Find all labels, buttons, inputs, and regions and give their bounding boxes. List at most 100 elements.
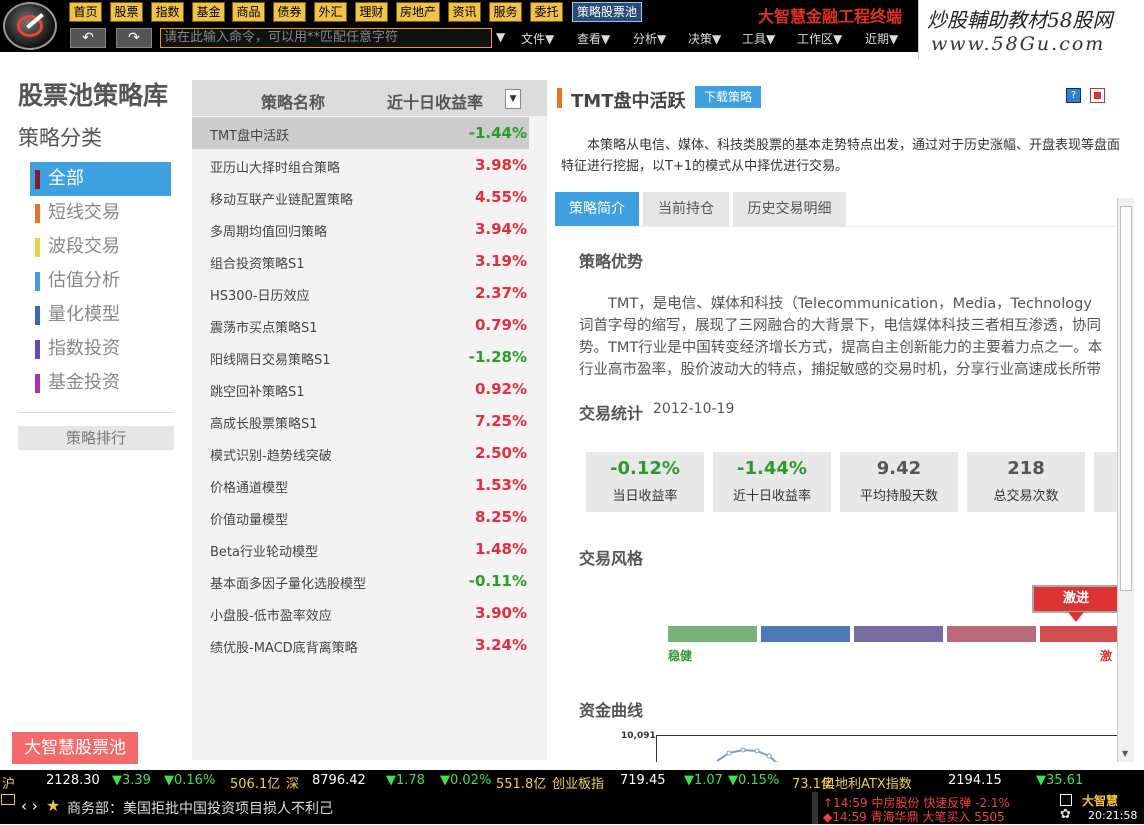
- category-index[interactable]: 指数投资: [30, 332, 171, 366]
- ticker-item: ▼0.02%: [440, 773, 492, 788]
- stock-pool-button[interactable]: 大智慧股票池: [12, 732, 138, 764]
- download-strategy-button[interactable]: 下载策略: [695, 86, 761, 108]
- style-title: 交易风格: [579, 549, 644, 568]
- strategy-name: 震荡市买点策略S1: [210, 321, 318, 336]
- menu-trade[interactable]: 委托: [530, 2, 563, 22]
- strategy-name: 高成长股票策略S1: [210, 417, 318, 432]
- strategy-row[interactable]: 基本面多因子量化选股模型 -0.11%: [192, 565, 529, 597]
- strategy-row[interactable]: 阳线隔日交易策略S1 -1.28%: [192, 341, 529, 373]
- menu-strategy-pool[interactable]: 策略股票池: [572, 2, 642, 22]
- strategy-return: 7.25%: [474, 412, 527, 430]
- strategy-detail: TMT盘中活跃 下载策略 ? 本策略从电信、媒体、科技类股票的基本走势特点出发，…: [553, 80, 1135, 762]
- menu-service[interactable]: 服务: [489, 2, 522, 22]
- style-segment: [854, 626, 943, 642]
- forward-arrow-icon[interactable]: ↷: [116, 28, 152, 48]
- curve-title: 资金曲线: [579, 701, 644, 720]
- tab-intro[interactable]: 策略简介: [555, 192, 639, 226]
- menu-bond[interactable]: 债券: [273, 2, 306, 22]
- stats-title: 交易统计: [579, 404, 644, 423]
- menu-news[interactable]: 资讯: [448, 2, 481, 22]
- column-header-name[interactable]: 策略名称: [261, 89, 325, 113]
- strategy-row[interactable]: HS300-日历效应 2.37%: [192, 277, 529, 309]
- strategy-row[interactable]: 模式识别-趋势线突破 2.50%: [192, 437, 529, 469]
- strategy-row[interactable]: 亚历山大择时组合策略 3.98%: [192, 149, 529, 181]
- title-accent-bar: [557, 88, 562, 108]
- strategy-return: 3.94%: [474, 220, 527, 238]
- ticker-item: ▼1.78: [386, 773, 425, 788]
- curve-axis-label: 10,091: [621, 731, 656, 741]
- category-quant[interactable]: 量化模型: [30, 298, 171, 332]
- strategy-row[interactable]: 价值动量模型 8.25%: [192, 501, 529, 533]
- vertical-scrollbar[interactable]: ▼: [1117, 198, 1134, 762]
- mail-icon[interactable]: [1, 794, 15, 805]
- category-color-bar: [35, 272, 40, 291]
- column-header-return[interactable]: 近十日收益率: [387, 89, 483, 113]
- strategy-return: 2.50%: [474, 444, 527, 462]
- strategy-row[interactable]: 移动互联产业链配置策略 4.55%: [192, 181, 529, 213]
- strategy-rank-button[interactable]: 策略排行: [18, 426, 174, 450]
- category-label: 量化模型: [48, 304, 120, 325]
- menu-analysis[interactable]: 分析▼: [633, 30, 666, 47]
- category-short-term[interactable]: 短线交易: [30, 196, 171, 230]
- strategy-row[interactable]: TMT盘中活跃 -1.44%: [192, 117, 529, 149]
- stat-value: 9.42: [876, 458, 922, 479]
- divider: [812, 792, 818, 824]
- command-input[interactable]: 请在此输入命令，可以用**匹配任意字符: [160, 28, 492, 48]
- app-logo-icon[interactable]: [3, 2, 57, 50]
- stat-trade-count: 218 总交易次数: [967, 452, 1085, 512]
- star-icon[interactable]: ★: [46, 796, 60, 815]
- menu-finance[interactable]: 理财: [355, 2, 388, 22]
- menu-home[interactable]: 首页: [69, 2, 102, 22]
- stock-alert[interactable]: ◆14:59 青海华鼎 大笔买入 5505: [823, 808, 1005, 825]
- menu-index[interactable]: 指数: [151, 2, 184, 22]
- menu-realestate[interactable]: 房地产: [396, 2, 440, 22]
- strategy-row[interactable]: 价格通道模型 1.53%: [192, 469, 529, 501]
- menu-view[interactable]: 查看▼: [577, 30, 610, 47]
- strategy-row[interactable]: 震荡市买点策略S1 0.79%: [192, 309, 529, 341]
- strategy-row[interactable]: 绩优股-MACD底背离策略 3.24%: [192, 629, 529, 661]
- menu-recent[interactable]: 近期▼: [865, 30, 898, 47]
- advantage-text: TMT，是电信、媒体和科技（Telecommunication，Media，Te…: [579, 293, 1117, 381]
- menu-forex[interactable]: 外汇: [314, 2, 347, 22]
- brand-logo: 大智慧: [1082, 794, 1119, 808]
- help-icon[interactable]: ?: [1066, 88, 1081, 103]
- back-arrow-icon[interactable]: ↶: [70, 28, 106, 48]
- category-fund[interactable]: 基金投资: [30, 366, 171, 400]
- minimize-icon[interactable]: [1060, 794, 1072, 806]
- menu-commodity[interactable]: 商品: [232, 2, 265, 22]
- advantage-line: 势。TMT行业是中国转变经济增长方式，提高自主创新能力的主要着力点之一。本: [579, 340, 1103, 356]
- news-nav-icon[interactable]: ‹ ›: [21, 797, 38, 815]
- category-label: 基金投资: [48, 372, 120, 393]
- menu-file[interactable]: 文件▼: [521, 30, 554, 47]
- menu-workspace[interactable]: 工作区▼: [797, 30, 842, 47]
- tab-history[interactable]: 历史交易明细: [733, 192, 846, 226]
- category-valuation[interactable]: 估值分析: [30, 264, 171, 298]
- sort-dropdown-icon[interactable]: ▼: [505, 89, 521, 109]
- export-icon[interactable]: [1090, 88, 1105, 103]
- category-swing[interactable]: 波段交易: [30, 230, 171, 264]
- news-headline[interactable]: 商务部：美国拒批中国投资项目损人不利己: [67, 798, 333, 818]
- menu-dropdown-icon[interactable]: ▼: [496, 30, 505, 44]
- strategy-row[interactable]: 组合投资策略S1 3.19%: [192, 245, 529, 277]
- strategy-return: 0.92%: [474, 380, 527, 398]
- category-all[interactable]: 全部: [30, 162, 171, 196]
- strategy-row[interactable]: 多周期均值回归策略 3.94%: [192, 213, 529, 245]
- strategy-row[interactable]: 跳空回补策略S1 0.92%: [192, 373, 529, 405]
- strategy-row[interactable]: Beta行业轮动模型 1.48%: [192, 533, 529, 565]
- gear-icon[interactable]: ✿: [1060, 807, 1071, 822]
- scroll-down-icon[interactable]: ▼: [1122, 749, 1128, 758]
- strategy-row[interactable]: 小盘股-低市盈率效应 3.90%: [192, 597, 529, 629]
- strategy-name: 亚历山大择时组合策略: [210, 161, 341, 176]
- strategy-return: 1.53%: [474, 476, 527, 494]
- strategy-row[interactable]: 高成长股票策略S1 7.25%: [192, 405, 529, 437]
- advantage-line: TMT，是电信、媒体和科技（Telecommunication，Media，Te…: [608, 296, 1092, 312]
- tab-holdings[interactable]: 当前持仓: [643, 192, 729, 226]
- menu-stock[interactable]: 股票: [110, 2, 143, 22]
- strategy-return: -0.11%: [468, 572, 527, 590]
- scrollbar-thumb[interactable]: [1120, 206, 1132, 591]
- menu-tools[interactable]: 工具▼: [742, 30, 775, 47]
- menu-decision[interactable]: 决策▼: [688, 30, 721, 47]
- strategy-name: 基本面多因子量化选股模型: [210, 577, 367, 592]
- divider: [18, 412, 174, 413]
- menu-fund[interactable]: 基金: [192, 2, 225, 22]
